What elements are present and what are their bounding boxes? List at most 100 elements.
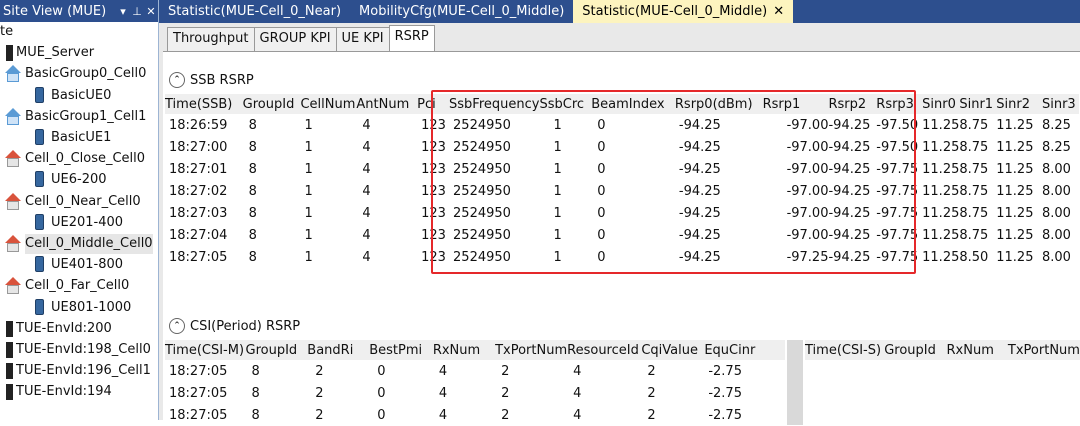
tree-item-label: BasicUE0 — [51, 87, 112, 103]
table-cell: 0 — [377, 363, 386, 379]
column-header[interactable]: TxPortNum — [495, 340, 568, 360]
tree-item[interactable]: BasicUE1 — [30, 128, 111, 148]
statistic-content: Throughput GROUP KPI UE KPI RSRP ⌃ SSB R… — [159, 23, 1080, 425]
tab-throughput[interactable]: Throughput — [167, 27, 255, 51]
column-header[interactable]: BestPmi — [369, 340, 433, 360]
table-cell: 2 — [647, 385, 656, 401]
tree-item[interactable]: UE201-400 — [30, 213, 123, 233]
tree-item-label: TUE-EnvId:198_Cell0 — [16, 342, 151, 357]
tab-group-kpi[interactable]: GROUP KPI — [253, 27, 337, 51]
tree-item[interactable]: Cell_0_Close_Cell0 — [4, 149, 145, 169]
table-cell: 18:27:00 — [169, 139, 228, 155]
table-cell: 2 — [501, 363, 510, 379]
table-cell: 11.25 — [922, 227, 960, 243]
table-cell: 8.00 — [1041, 249, 1071, 265]
tab-ue-kpi[interactable]: UE KPI — [335, 27, 390, 51]
table-cell: 18:27:05 — [169, 407, 228, 423]
tree-item[interactable]: TUE-EnvId:194 — [4, 382, 112, 402]
column-header[interactable]: Time(SSB) — [165, 94, 243, 114]
table-cell: 11.25 — [996, 249, 1034, 265]
tree-item[interactable]: Cell_0_Far_Cell0 — [4, 276, 129, 296]
tab-rsrp[interactable]: RSRP — [388, 25, 435, 51]
tree-item[interactable]: BasicGroup0_Cell0 — [4, 64, 146, 84]
tree-item[interactable]: Cell_0_Near_Cell0 — [4, 192, 141, 212]
tree-item[interactable]: MUE_Server — [4, 43, 94, 63]
column-header[interactable]: AntNum — [356, 94, 418, 114]
table-row[interactable]: 18:27:05 8 2 0 4 2 4 2 -2.75 — [165, 382, 785, 404]
csi-s-table: Time(CSI-S) GroupId RxNum TxPortNum — [805, 340, 1080, 360]
tree-item[interactable]: BasicUE0 — [30, 86, 111, 106]
column-header[interactable]: EquCinr — [704, 340, 785, 360]
table-cell: 11.25 — [996, 227, 1034, 243]
table-cell: 2 — [315, 407, 324, 423]
dropdown-icon[interactable]: ▾ — [116, 5, 130, 18]
tree-item[interactable]: te — [0, 22, 13, 42]
tree-item-label: BasicGroup1_Cell1 — [25, 108, 147, 124]
table-scrollbar[interactable] — [787, 340, 803, 425]
rsrp-panel: ⌃ SSB RSRP Time(SSB) GroupId CellNum AntNum… — [163, 51, 1080, 425]
column-header[interactable]: Sinr0 — [922, 94, 960, 114]
close-tab-icon[interactable]: ✕ — [773, 4, 784, 19]
table-cell: 18:27:01 — [169, 161, 228, 177]
column-header[interactable]: RxNum — [946, 340, 1008, 360]
tree-item[interactable]: TUE-EnvId:198_Cell0 — [4, 340, 151, 360]
table-cell: 4 — [362, 161, 371, 177]
ue-phone-icon — [30, 214, 48, 232]
table-cell: 11.25 — [922, 205, 960, 221]
tab-label: Statistic(MUE-Cell_0_Middle) — [582, 4, 768, 19]
statistic-sub-tabs: Throughput GROUP KPI UE KPI RSRP — [167, 25, 435, 51]
table-cell: 8.25 — [1041, 117, 1071, 133]
column-header[interactable]: Time(CSI-S) — [805, 340, 885, 360]
table-cell: 2 — [501, 385, 510, 401]
table-cell: 8 — [248, 161, 257, 177]
column-header[interactable]: BandRi — [307, 340, 370, 360]
table-cell: 2 — [315, 385, 324, 401]
table-cell: 8 — [248, 227, 257, 243]
column-header[interactable]: Sinr2 — [996, 94, 1042, 114]
table-cell: 18:27:03 — [169, 205, 228, 221]
ue-phone-icon — [30, 171, 48, 189]
column-header[interactable]: GroupId — [242, 94, 301, 114]
tree-item[interactable]: UE801-1000 — [30, 298, 131, 318]
site-view-panel: Site View (MUE) ▾ ⊥ ✕ te MUE_Server BasicG… — [0, 0, 159, 420]
tree-item[interactable]: BasicGroup1_Cell1 — [4, 107, 146, 127]
table-row[interactable]: 18:27:05 8 2 0 4 2 4 2 -2.75 — [165, 360, 785, 382]
table-cell: 0 — [377, 407, 386, 423]
column-header[interactable]: Time(CSI-M) — [165, 340, 246, 360]
tree-item-label: Cell_0_Middle_Cell0 — [25, 234, 153, 254]
close-icon[interactable]: ✕ — [144, 5, 158, 18]
table-cell: 4 — [362, 205, 371, 221]
tree-item[interactable]: Cell_0_Middle_Cell0 — [4, 234, 153, 254]
tab-statistic-near[interactable]: Statistic(MUE-Cell_0_Near) — [159, 0, 350, 23]
table-cell: 11.25 — [922, 139, 960, 155]
column-header[interactable]: RxNum — [432, 340, 496, 360]
column-header[interactable]: ResourceId — [567, 340, 642, 360]
tab-statistic-middle[interactable]: Statistic(MUE-Cell_0_Middle) ✕ — [573, 0, 794, 23]
column-header[interactable]: Sinr3 — [1041, 94, 1079, 114]
collapse-icon[interactable]: ⌃ — [169, 318, 185, 334]
table-cell: 11.25 — [996, 183, 1034, 199]
column-header[interactable]: CqiValue — [641, 340, 705, 360]
table-cell: 4 — [573, 407, 582, 423]
column-header[interactable]: GroupId — [245, 340, 308, 360]
pin-icon[interactable]: ⊥ — [130, 5, 144, 18]
table-cell: 8 — [248, 249, 257, 265]
column-header[interactable]: GroupId — [884, 340, 947, 360]
column-header[interactable]: TxPortNum — [1007, 340, 1080, 360]
table-row[interactable]: 18:27:05 8 2 0 4 2 4 2 -2.75 — [165, 404, 785, 426]
table-cell: 11.25 — [922, 117, 960, 133]
column-header[interactable]: Sinr1 — [959, 94, 997, 114]
tree-item[interactable]: UE401-800 — [30, 255, 123, 275]
table-cell: 2 — [647, 363, 656, 379]
collapse-icon[interactable]: ⌃ — [169, 72, 185, 88]
tree-item[interactable]: UE6-200 — [30, 170, 107, 190]
table-cell: 8 — [251, 407, 260, 423]
tree-item-label: BasicUE1 — [51, 130, 112, 145]
table-cell: 4 — [362, 139, 371, 155]
csi-section-title: CSI(Period) RSRP — [190, 318, 301, 334]
table-cell: 11.25 — [996, 117, 1034, 133]
column-header[interactable]: CellNum — [300, 94, 357, 114]
tree-item[interactable]: TUE-EnvId:196_Cell1 — [4, 361, 151, 381]
tree-item[interactable]: TUE-EnvId:200 — [4, 319, 112, 339]
tab-mobilitycfg-middle[interactable]: MobilityCfg(MUE-Cell_0_Middle) — [350, 0, 573, 23]
